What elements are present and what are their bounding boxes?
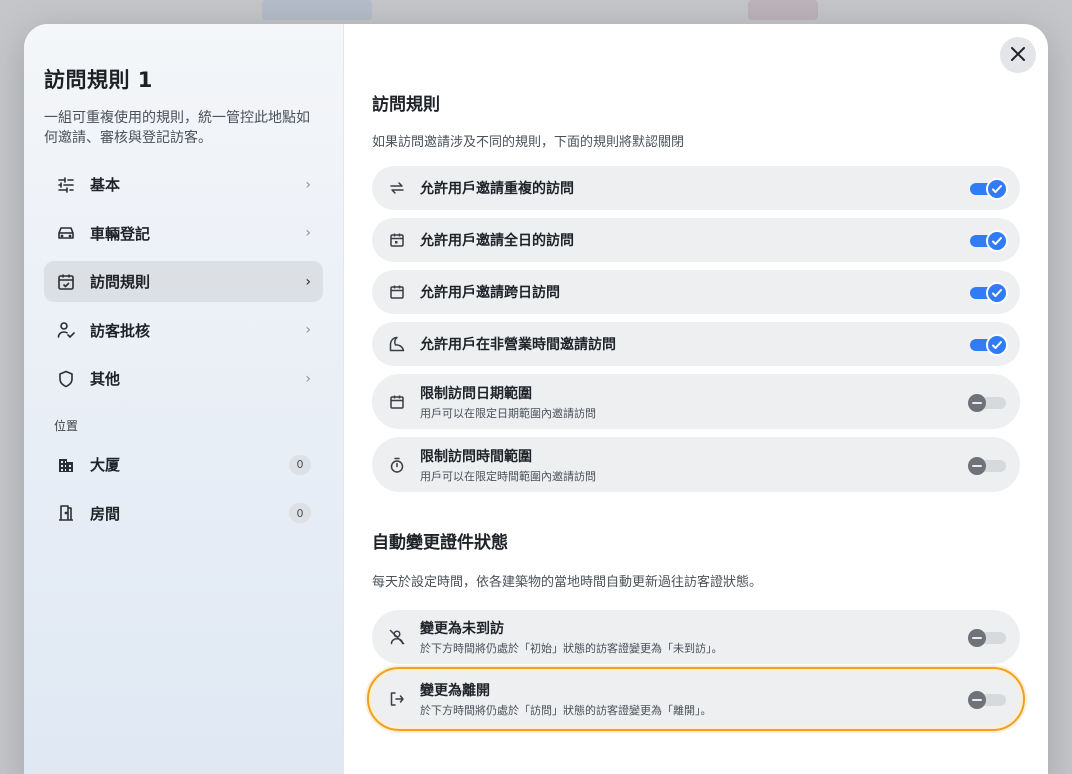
car-icon	[56, 223, 76, 243]
calendar-check-icon	[56, 272, 76, 292]
status-row-no-show: 變更為未到訪 於下方時間將仍處於「初始」狀態的訪客證變更為「未到訪」。	[372, 610, 1020, 664]
shield-icon	[56, 369, 76, 389]
backdrop-element	[262, 0, 372, 20]
rule-title: 允許用戶邀請跨日訪問	[420, 285, 560, 301]
main-panel: 訪問規則 如果訪問邀請涉及不同的規則，下面的規則將默認關閉 允許用戶邀請重複的訪…	[344, 24, 1048, 774]
status-description: 於下方時間將仍處於「初始」狀態的訪客證變更為「未到訪」。	[420, 642, 723, 655]
status-toggle[interactable]	[968, 627, 1006, 647]
minus-icon	[968, 456, 986, 475]
building-icon	[56, 455, 76, 475]
logout-icon	[388, 690, 406, 708]
rule-toggle[interactable]	[970, 178, 1008, 200]
chevron-right-icon: ›	[305, 225, 311, 241]
status-description: 於下方時間將仍處於「訪問」狀態的訪客證變更為「離開」。	[420, 704, 712, 717]
user-check-icon	[56, 320, 76, 340]
rule-description: 用戶可以在限定日期範圍內邀請訪問	[420, 406, 596, 420]
sidebar-item-visit-rules[interactable]: 訪問規則 ›	[44, 261, 323, 302]
sidebar-item-label: 訪客批核	[90, 321, 151, 340]
close-icon	[1011, 46, 1025, 65]
rule-toggle[interactable]	[970, 334, 1008, 356]
rule-row-all-day: 允許用戶邀請全日的訪問	[372, 218, 1020, 262]
calendar-day-icon	[388, 231, 406, 249]
user-off-icon	[388, 628, 406, 646]
modal-title: 訪問規則 1	[44, 68, 153, 92]
section-subtitle-auto-status: 每天於設定時間，依各建築物的當地時間自動更新過往訪客證狀態。	[372, 575, 763, 590]
minus-icon	[968, 691, 986, 709]
sidebar-item-room[interactable]: 房間 0	[44, 493, 323, 534]
calendar-icon	[388, 393, 406, 411]
rule-toggle[interactable]	[970, 282, 1008, 304]
sidebar-item-vehicle[interactable]: 車輛登記 ›	[44, 213, 323, 254]
rule-title: 限制訪問時間範圍	[420, 448, 532, 465]
count-badge: 0	[289, 503, 311, 523]
moon-icon	[388, 335, 406, 353]
section-heading-rules: 訪問規則	[372, 95, 440, 115]
sidebar-item-label: 大厦	[90, 456, 121, 474]
rule-row-date-range: 限制訪問日期範圍 用戶可以在限定日期範圍內邀請訪問	[372, 374, 1020, 429]
rule-title: 允許用戶邀請重複的訪問	[420, 181, 574, 197]
status-toggle[interactable]	[968, 689, 1006, 709]
check-icon	[986, 282, 1008, 304]
rule-description: 用戶可以在限定時間範圍內邀請訪問	[420, 469, 596, 483]
rule-toggle[interactable]	[968, 392, 1006, 412]
minus-icon	[968, 629, 986, 647]
rule-row-after-hours: 允許用戶在非營業時間邀請訪問	[372, 322, 1020, 366]
rules-list: 允許用戶邀請重複的訪問 允許用戶邀請全日的訪問 允許用戶邀請跨日訪問 允許用戶在…	[372, 166, 1020, 492]
status-title: 變更為離開	[420, 683, 490, 699]
close-button[interactable]	[1000, 37, 1036, 73]
backdrop-element	[748, 0, 818, 20]
section-heading-auto-status: 自動變更證件狀態	[372, 533, 508, 553]
rule-title: 允許用戶在非營業時間邀請訪問	[420, 337, 616, 353]
sliders-icon	[56, 175, 76, 195]
check-icon	[986, 230, 1008, 252]
rule-title: 允許用戶邀請全日的訪問	[420, 233, 574, 249]
count-badge: 0	[289, 454, 311, 475]
minus-icon	[968, 393, 986, 412]
calendar-icon	[388, 283, 406, 301]
sidebar: 訪問規則 1 一組可重複使用的規則，統一管控此地點如何邀請、審核與登記訪客。 基…	[24, 24, 344, 774]
rule-row-time-range: 限制訪問時間範圍 用戶可以在限定時間範圍內邀請訪問	[372, 437, 1020, 492]
sidebar-item-building[interactable]: 大厦 0	[44, 444, 323, 485]
door-icon	[56, 503, 76, 523]
sidebar-item-label: 其他	[90, 370, 121, 388]
check-icon	[986, 178, 1008, 200]
rule-row-recurring: 允許用戶邀請重複的訪問	[372, 166, 1020, 210]
repeat-icon	[388, 179, 406, 197]
sidebar-item-label: 基本	[90, 176, 121, 194]
stopwatch-icon	[388, 456, 406, 474]
sidebar-item-label: 訪問規則	[90, 273, 151, 291]
sidebar-nav: 基本 › 車輛登記 › 訪問規則 › 訪客批核 › 其他 ›	[44, 164, 323, 399]
check-icon	[986, 334, 1008, 356]
sidebar-item-other[interactable]: 其他 ›	[44, 358, 323, 399]
rule-toggle[interactable]	[970, 230, 1008, 252]
location-caption: 位置	[54, 419, 79, 433]
chevron-right-icon: ›	[305, 176, 311, 193]
status-title: 變更為未到訪	[420, 621, 504, 637]
chevron-right-icon: ›	[305, 370, 311, 387]
rule-toggle[interactable]	[968, 455, 1006, 475]
sidebar-item-basic[interactable]: 基本 ›	[44, 164, 323, 205]
rule-row-multi-day: 允許用戶邀請跨日訪問	[372, 270, 1020, 314]
modal-description: 一組可重複使用的規則，統一管控此地點如何邀請、審核與登記訪客。	[44, 110, 310, 146]
sidebar-item-approval[interactable]: 訪客批核 ›	[44, 310, 323, 351]
chevron-right-icon: ›	[305, 273, 311, 290]
status-row-left: 變更為離開 於下方時間將仍處於「訪問」狀態的訪客證變更為「離開」。	[367, 667, 1025, 731]
sidebar-item-label: 車輛登記	[90, 224, 151, 243]
section-subtitle-rules: 如果訪問邀請涉及不同的規則，下面的規則將默認關閉	[372, 135, 685, 150]
rule-title: 限制訪問日期範圍	[420, 385, 532, 402]
sidebar-item-label: 房間	[90, 504, 121, 523]
auto-status-list: 變更為未到訪 於下方時間將仍處於「初始」狀態的訪客證變更為「未到訪」。 變更為離…	[367, 610, 1025, 731]
chevron-right-icon: ›	[305, 322, 311, 338]
rules-modal: 訪問規則 1 一組可重複使用的規則，統一管控此地點如何邀請、審核與登記訪客。 基…	[24, 24, 1048, 774]
